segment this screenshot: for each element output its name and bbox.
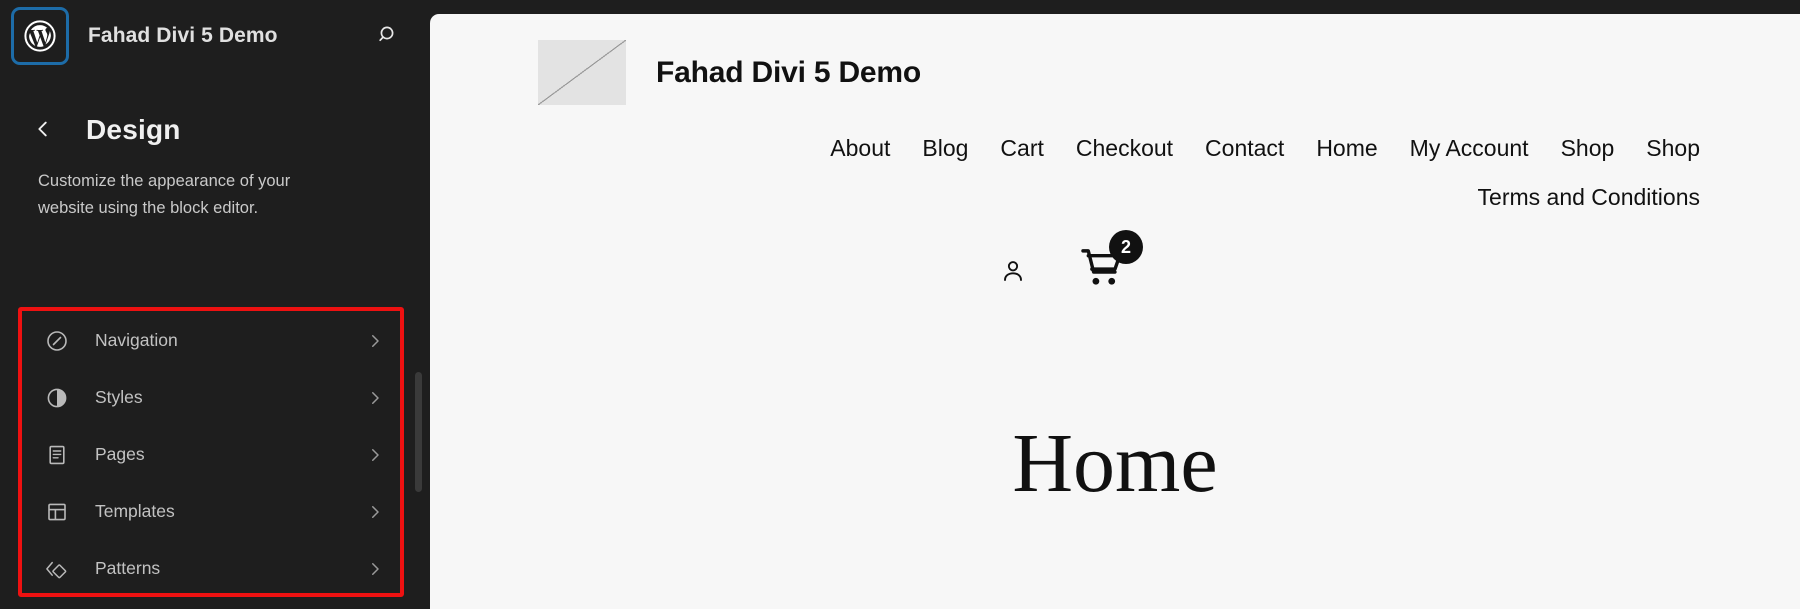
- nav-link-my-account[interactable]: My Account: [1410, 135, 1529, 162]
- nav-link-cart[interactable]: Cart: [1000, 135, 1043, 162]
- sidebar-item-label: Navigation: [95, 330, 178, 350]
- app-root: Fahad Divi 5 Demo Design Customize the a…: [0, 0, 1800, 609]
- preview-primary-nav: About Blog Cart Checkout Contact Home My…: [430, 105, 1800, 162]
- site-preview-frame[interactable]: Fahad Divi 5 Demo About Blog Cart Checko…: [430, 14, 1800, 609]
- search-icon: [376, 23, 400, 50]
- chevron-right-icon: [366, 446, 384, 464]
- nav-link-home[interactable]: Home: [1316, 135, 1377, 162]
- editor-canvas: Fahad Divi 5 Demo About Blog Cart Checko…: [430, 0, 1800, 609]
- contrast-half-circle-icon: [44, 385, 70, 411]
- wordpress-logo-icon: [23, 19, 57, 53]
- sidebar-item-label: Templates: [95, 501, 175, 521]
- sidebar-item-navigation[interactable]: Navigation: [22, 312, 400, 369]
- nav-link-about[interactable]: About: [830, 135, 890, 162]
- sidebar-item-styles[interactable]: Styles: [22, 369, 400, 426]
- nav-link-shop[interactable]: Shop: [1561, 135, 1615, 162]
- preview-site-header: Fahad Divi 5 Demo: [430, 14, 1800, 105]
- preview-site-title: Fahad Divi 5 Demo: [656, 55, 922, 89]
- nav-link-shop-2[interactable]: Shop: [1646, 135, 1700, 162]
- layout-template-icon: [44, 499, 70, 525]
- sidebar-item-label: Patterns: [95, 558, 161, 578]
- sidebar-site-title: Fahad Divi 5 Demo: [88, 24, 278, 47]
- preview-page-heading: Home: [1012, 417, 1218, 510]
- broken-image-placeholder-icon: [538, 40, 626, 105]
- sidebar-header: Fahad Divi 5 Demo: [0, 0, 430, 72]
- sidebar-item-pages[interactable]: Pages: [22, 426, 400, 483]
- search-button[interactable]: [368, 16, 408, 56]
- chevron-right-icon: [366, 560, 384, 578]
- sidebar-scrollbar[interactable]: [415, 372, 422, 492]
- sidebar-item-label: Pages: [95, 444, 145, 464]
- sidebar-item-patterns[interactable]: Patterns: [22, 540, 400, 597]
- chevron-right-icon: [366, 503, 384, 521]
- page-title: Design: [86, 114, 181, 145]
- chevron-right-icon: [366, 389, 384, 407]
- sidebar-title-row: Design: [0, 72, 430, 146]
- nav-link-checkout[interactable]: Checkout: [1076, 135, 1173, 162]
- panel-description: Customize the appearance of your website…: [38, 172, 291, 217]
- cart-count-badge: 2: [1109, 230, 1143, 264]
- user-account-icon[interactable]: [998, 256, 1028, 286]
- chevron-right-icon: [366, 332, 384, 350]
- sidebar-item-templates[interactable]: Templates: [22, 483, 400, 540]
- nav-link-contact[interactable]: Contact: [1205, 135, 1284, 162]
- preview-header-icons: 2: [430, 211, 1800, 294]
- diamond-pattern-icon: [44, 556, 70, 582]
- site-editor-sidebar: Fahad Divi 5 Demo Design Customize the a…: [0, 0, 430, 609]
- nav-link-terms-and-conditions[interactable]: Terms and Conditions: [1478, 184, 1700, 211]
- chevron-left-icon: [32, 118, 54, 143]
- back-button[interactable]: [30, 117, 56, 143]
- preview-secondary-nav: Terms and Conditions: [430, 162, 1800, 211]
- nav-link-blog[interactable]: Blog: [922, 135, 968, 162]
- sidebar-menu-list: Navigation Styles Pages Templates Patter…: [22, 312, 400, 597]
- shopping-cart-button[interactable]: 2: [1080, 230, 1143, 294]
- sidebar-item-label: Styles: [95, 387, 143, 407]
- page-document-icon: [44, 442, 70, 468]
- wordpress-logo-button[interactable]: [14, 10, 66, 62]
- compass-icon: [44, 328, 70, 354]
